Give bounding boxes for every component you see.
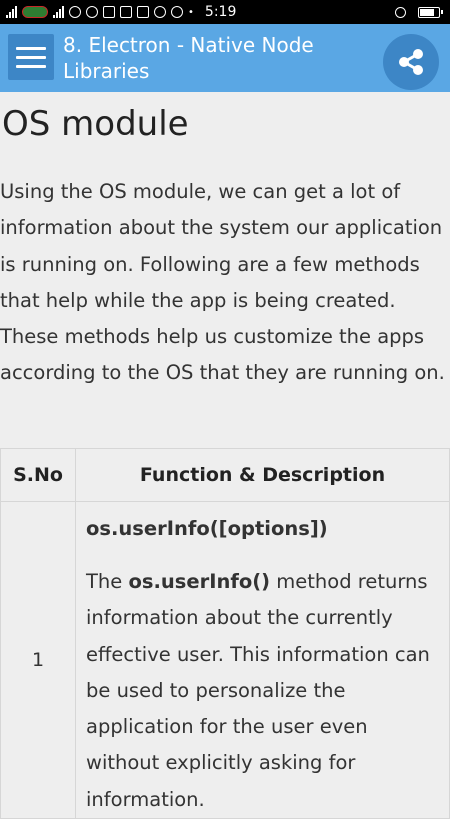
share-icon (399, 49, 423, 75)
network-icon (69, 6, 81, 18)
row-description-cell: os.userInfo([options]) The os.userInfo()… (75, 500, 450, 819)
menu-button[interactable] (8, 34, 54, 80)
functions-table: S.No Function & Description 1 os.userInf… (0, 448, 450, 819)
description-method-name: os.userInfo() (128, 570, 271, 593)
battery-icon (418, 6, 443, 18)
description-text: method returns information about the cur… (86, 570, 430, 811)
hamburger-icon (16, 46, 46, 50)
status-left-icons: • 5:19 (0, 4, 236, 20)
table-row: 1 os.userInfo([options]) The os.userInfo… (0, 500, 450, 819)
app-bar-title: 8. Electron - Native Node Libraries (63, 33, 314, 83)
column-header-function: Function & Description (75, 448, 450, 502)
table-header-row: S.No Function & Description (0, 448, 450, 502)
status-time: 5:19 (204, 4, 237, 20)
wifi-icon (86, 6, 98, 18)
function-description: The os.userInfo() method returns informa… (86, 564, 441, 818)
status-right-icons (395, 6, 450, 18)
description-prefix: The (86, 570, 129, 593)
operator-logo-icon (22, 6, 48, 18)
row-sno: 1 (0, 500, 76, 819)
more-notifications-icon: • (188, 6, 194, 18)
chrome-icon (154, 6, 166, 18)
signal-icon (6, 6, 17, 18)
image-icon (103, 6, 115, 18)
function-name: os.userInfo([options]) (86, 517, 328, 540)
instagram-icon (120, 6, 132, 18)
intro-paragraph: Using the OS module, we can get a lot of… (0, 180, 445, 385)
share-button[interactable] (383, 34, 439, 90)
page-title: OS module (2, 104, 189, 144)
messenger-icon (171, 6, 183, 18)
check-icon (137, 6, 149, 18)
column-header-sno: S.No (0, 448, 76, 502)
signal-icon-2 (53, 6, 64, 18)
alarm-icon (395, 6, 406, 18)
status-bar: • 5:19 (0, 0, 450, 24)
app-bar: 8. Electron - Native Node Libraries (0, 24, 450, 92)
